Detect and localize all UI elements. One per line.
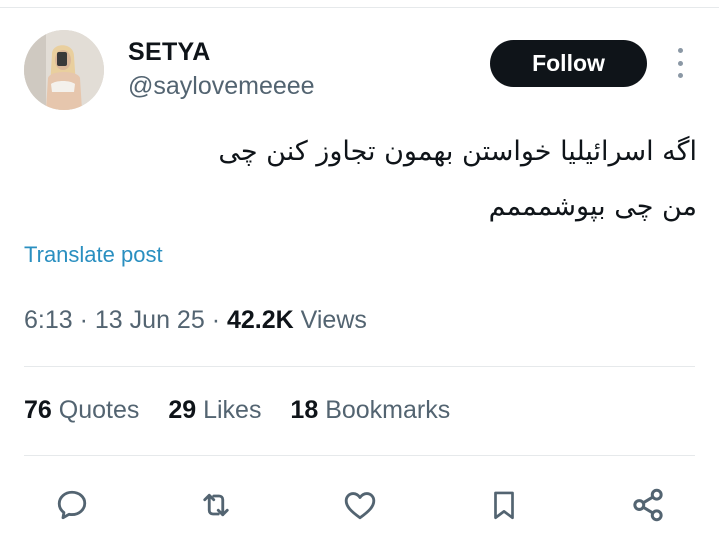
- retweet-icon: [203, 493, 229, 517]
- quotes-label: Quotes: [58, 396, 140, 424]
- translate-post-link[interactable]: Translate post: [24, 242, 163, 268]
- tweet-text-line-1: اگه اسرائیلیا خواستن بهمون تجاوز کنن چی: [218, 136, 697, 167]
- bookmarks-label: Bookmarks: [325, 396, 451, 424]
- more-options-icon[interactable]: [670, 48, 690, 78]
- quotes-count: 76: [24, 396, 52, 424]
- like-button[interactable]: [340, 485, 380, 525]
- reply-button[interactable]: [52, 485, 92, 525]
- views-label: Views: [300, 306, 367, 334]
- tweet-text: اگه اسرائیلیا خواستن بهمون تجاوز کنن چی …: [77, 124, 697, 234]
- retweet-button[interactable]: [196, 485, 236, 525]
- bookmarks-stat[interactable]: 18 Bookmarks: [290, 396, 450, 424]
- likes-stat[interactable]: 29 Likes: [168, 396, 261, 424]
- separator-dot: ·: [79, 306, 95, 334]
- bookmarks-count: 18: [290, 396, 319, 424]
- top-divider: [0, 7, 719, 8]
- divider: [24, 366, 695, 367]
- avatar[interactable]: [24, 30, 104, 110]
- follow-button[interactable]: Follow: [490, 40, 647, 87]
- engagement-stats: 76 Quotes 29 Likes 18 Bookmarks: [24, 396, 472, 425]
- divider: [24, 455, 695, 456]
- author-name[interactable]: SETYA: [128, 38, 211, 67]
- tweet-metadata: 6:13 · 13 Jun 25 · 42.2K Views: [24, 306, 367, 335]
- share-icon: [633, 488, 663, 522]
- tweet-time[interactable]: 6:13: [24, 306, 73, 334]
- bookmark-icon: [494, 491, 514, 520]
- like-icon: [344, 492, 376, 520]
- tweet-date[interactable]: 13 Jun 25: [95, 306, 205, 334]
- likes-count: 29: [168, 396, 197, 424]
- share-button[interactable]: [628, 485, 668, 525]
- tweet-text-line-2: من چی بپوشمممم: [488, 191, 697, 222]
- author-handle[interactable]: @saylovemeeee: [128, 72, 315, 101]
- views-count: 42.2K: [226, 306, 294, 334]
- reply-icon: [57, 490, 87, 520]
- avatar-image: [24, 30, 104, 110]
- quotes-stat[interactable]: 76 Quotes: [24, 396, 139, 424]
- likes-label: Likes: [203, 396, 262, 424]
- bookmark-button[interactable]: [484, 485, 524, 525]
- separator-dot: ·: [211, 306, 227, 334]
